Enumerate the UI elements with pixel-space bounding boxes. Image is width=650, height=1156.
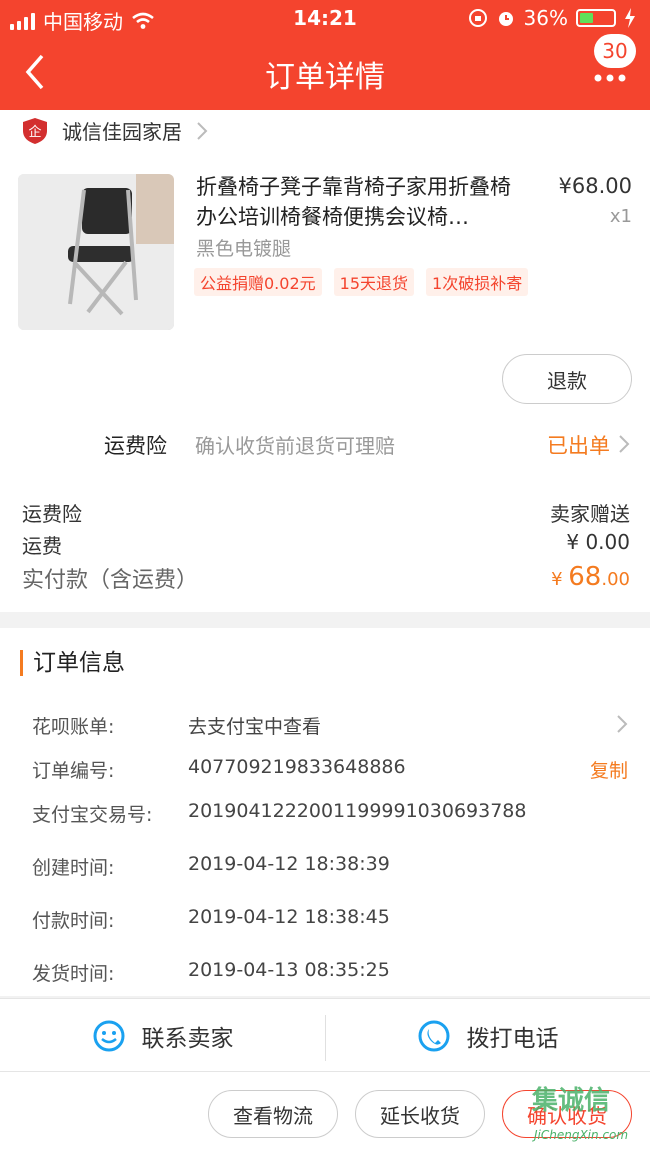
- insurance-description: 确认收货前退货可理赔: [195, 434, 395, 458]
- chair-illustration: [18, 174, 174, 330]
- battery-percent: 36%: [523, 6, 568, 30]
- call-phone-button[interactable]: 拨打电话: [325, 999, 650, 1073]
- paid-total-value: ¥ 68.00: [551, 562, 630, 592]
- battery-icon: [576, 9, 616, 27]
- shipping-insurance-row[interactable]: 运费险 确认收货前退货可理赔 已出单: [0, 420, 650, 466]
- alipay-number: 2019041222001199991030693788: [188, 800, 527, 822]
- product-title[interactable]: 折叠椅子凳子靠背椅子家用折叠椅办公培训椅餐椅便携会议椅…: [196, 172, 526, 232]
- message-count-badge[interactable]: 30: [594, 34, 636, 68]
- info-value: 去支付宝中查看: [188, 716, 322, 738]
- info-label: 花呗账单:: [32, 716, 115, 738]
- insurance-label: 运费险: [104, 434, 167, 458]
- view-logistics-button[interactable]: 查看物流: [208, 1090, 338, 1138]
- product-image[interactable]: [18, 174, 174, 330]
- svg-text:企: 企: [28, 124, 41, 140]
- service-tag: 15天退货: [333, 268, 415, 296]
- product-quantity: x1: [609, 206, 632, 227]
- info-value: 2019-04-12 18:38:39: [188, 853, 390, 875]
- app-header: 中国移动 14:21 36% 订单详情 30: [0, 0, 650, 110]
- alarm-icon: [498, 12, 513, 26]
- shop-name: 诚信佳园家居: [62, 120, 182, 144]
- insurance-status: 已出单: [547, 434, 610, 458]
- shop-badge-icon: 企: [23, 117, 47, 144]
- info-label: 发货时间:: [32, 963, 115, 985]
- chevron-right-icon: [617, 715, 628, 733]
- product-price: ¥68.00: [558, 174, 632, 198]
- info-label: 付款时间:: [32, 910, 115, 932]
- order-product-card: 企 诚信佳园家居 折叠椅子凳子靠背椅子家用折叠椅办公培训椅餐椅便携会议椅… ¥6…: [0, 110, 650, 612]
- fee-insurance-row: 运费险 卖家赠送: [22, 498, 630, 527]
- chevron-right-icon: [197, 121, 208, 140]
- paid-total-row: 实付款（含运费） ¥ 68.00: [22, 562, 630, 594]
- section-title: 订单信息: [20, 650, 125, 676]
- bottom-action-bar: 查看物流 延长收货 确认收货 集诚信 JiChengXin.com: [0, 1072, 650, 1156]
- fee-value: 卖家赠送: [550, 502, 630, 526]
- fee-shipping-row: 运费 ¥ 0.00: [22, 530, 630, 559]
- call-phone-label: 拨打电话: [466, 1026, 559, 1052]
- refund-button[interactable]: 退款: [502, 354, 632, 404]
- orientation-lock-icon: [468, 9, 487, 27]
- fee-value: ¥ 0.00: [566, 530, 630, 554]
- watermark-url: JiChengXin.com: [534, 1128, 629, 1142]
- contact-bar: 联系卖家 拨打电话: [0, 998, 650, 1072]
- watermark-logo: 集诚信: [532, 1086, 611, 1116]
- contact-seller-button[interactable]: 联系卖家: [0, 999, 325, 1073]
- fee-label: 运费: [22, 534, 62, 558]
- chat-smile-icon: [93, 1020, 124, 1052]
- service-tags: 公益捐赠0.02元 15天退货 1次破损补寄: [194, 268, 529, 296]
- product-sku: 黑色电镀腿: [196, 238, 292, 260]
- order-info-card: 订单信息 花呗账单: 去支付宝中查看 订单编号: 407709219833648…: [0, 628, 650, 996]
- currency-symbol: ¥: [551, 569, 563, 590]
- fee-label: 运费险: [22, 502, 82, 526]
- service-tag: 1次破损补寄: [426, 268, 529, 296]
- info-label: 支付宝交易号:: [32, 804, 153, 826]
- page-title: 订单详情: [265, 60, 385, 95]
- phone-icon: [418, 1020, 449, 1052]
- info-value: 2019-04-13 08:35:25: [188, 959, 390, 981]
- paid-integer: 68: [568, 562, 602, 592]
- paid-decimal: .00: [601, 569, 630, 590]
- shop-link[interactable]: 企 诚信佳园家居: [22, 116, 208, 145]
- info-value: 2019-04-12 18:38:45: [188, 906, 390, 928]
- contact-seller-label: 联系卖家: [141, 1026, 234, 1052]
- service-tag: 公益捐赠0.02元: [194, 268, 322, 296]
- copy-button[interactable]: 复制: [590, 756, 628, 783]
- charging-icon: [625, 8, 635, 28]
- paid-total-label: 实付款（含运费）: [22, 568, 199, 593]
- order-number: 407709219833648886: [188, 756, 406, 778]
- info-label: 订单编号:: [32, 760, 115, 782]
- chevron-right-icon: [619, 435, 630, 453]
- status-bar: 中国移动 14:21 36%: [0, 0, 650, 38]
- watermark: 集诚信 JiChengXin.com: [526, 1076, 644, 1146]
- info-label: 创建时间:: [32, 857, 115, 879]
- extend-receipt-button[interactable]: 延长收货: [355, 1090, 485, 1138]
